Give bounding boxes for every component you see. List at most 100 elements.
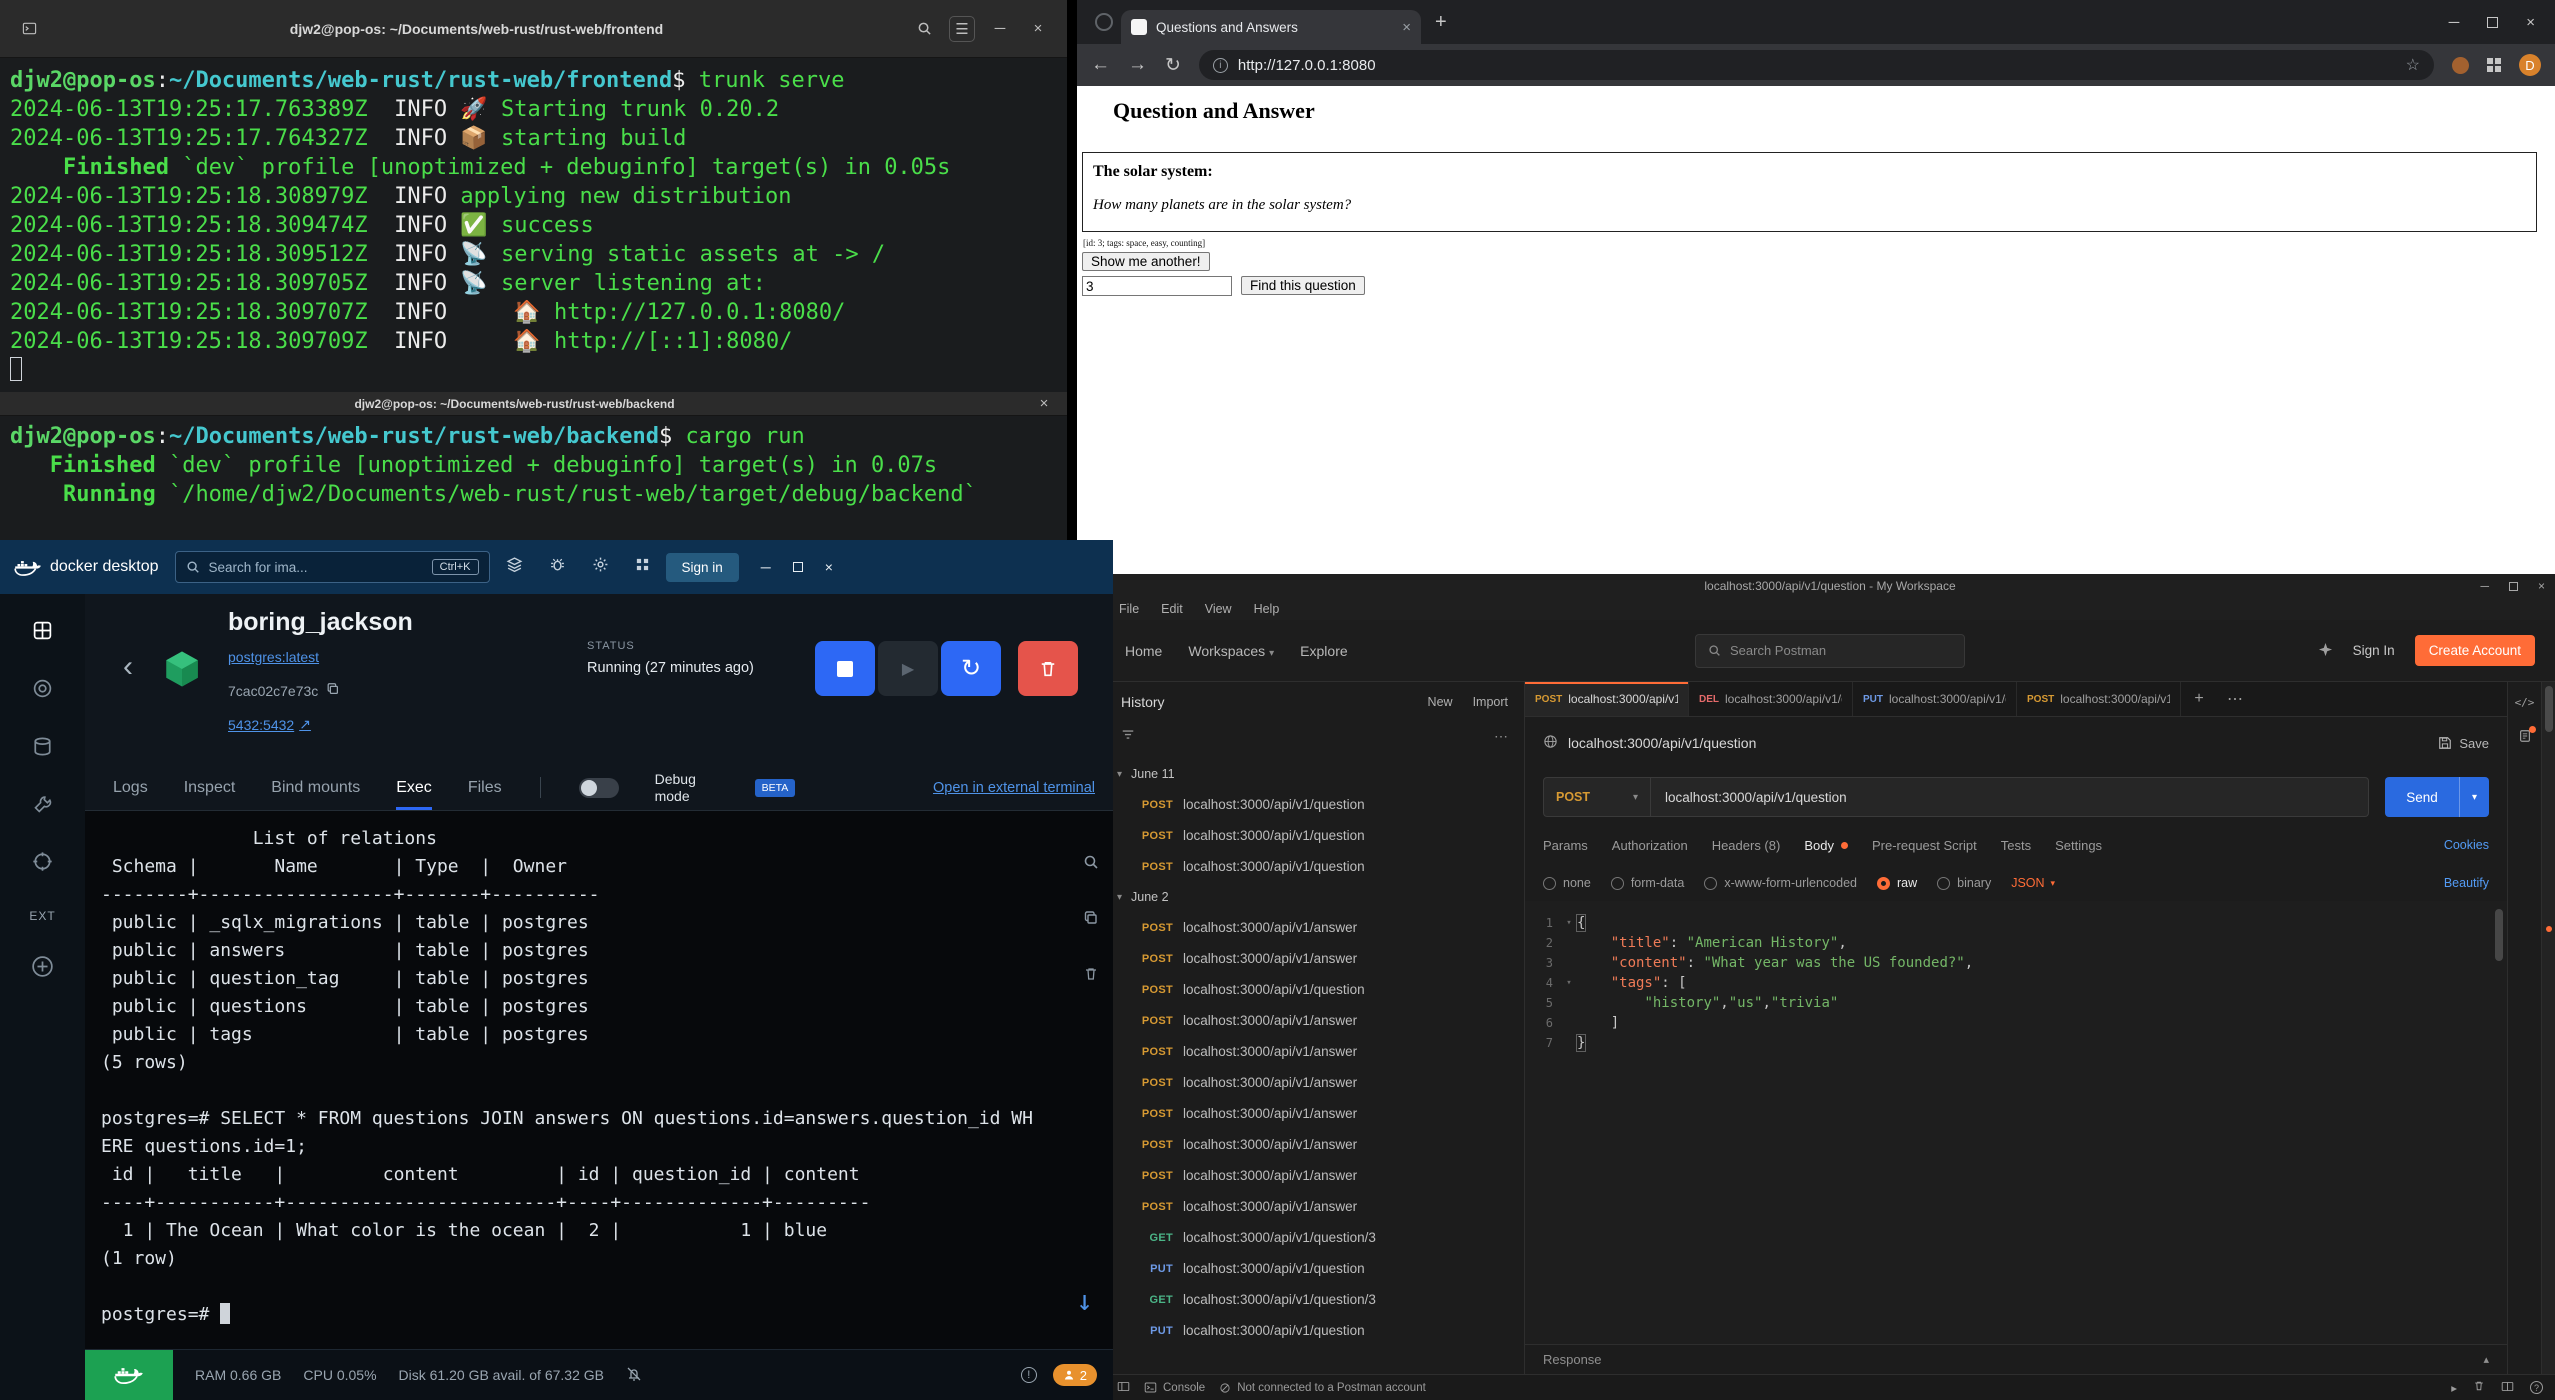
question-id-input[interactable] bbox=[1082, 276, 1232, 296]
terminal1-minimize-button[interactable]: ─ bbox=[987, 16, 1013, 42]
body-mode-raw[interactable]: raw bbox=[1877, 876, 1917, 890]
back-button[interactable]: ‹ bbox=[123, 652, 133, 682]
request-subtab-headers-8-[interactable]: Headers (8) bbox=[1712, 838, 1781, 853]
menu-file[interactable]: File bbox=[1119, 602, 1139, 616]
new-button[interactable]: New bbox=[1428, 695, 1453, 709]
body-mode-none[interactable]: none bbox=[1543, 876, 1591, 890]
terminal1-close-button[interactable]: × bbox=[1025, 16, 1051, 42]
start-button[interactable]: ▶ bbox=[878, 641, 938, 696]
terminal1-menu-icon[interactable]: ☰ bbox=[949, 16, 975, 42]
history-item[interactable]: GETlocalhost:3000/api/v1/question/3 bbox=[1105, 1284, 1524, 1315]
request-tab[interactable]: PUTlocalhost:3000/api/v1/qu... bbox=[1853, 682, 2017, 716]
history-item[interactable]: POSTlocalhost:3000/api/v1/answer bbox=[1105, 1098, 1524, 1129]
copy-icon[interactable] bbox=[326, 682, 340, 699]
docker-tab-bind-mounts[interactable]: Bind mounts bbox=[271, 765, 360, 810]
request-tab[interactable]: POSTlocalhost:3000/api/v1/a... bbox=[2017, 682, 2181, 716]
delete-button[interactable] bbox=[1018, 641, 1078, 696]
sidebar-images-icon[interactable] bbox=[32, 678, 53, 704]
url-bar[interactable]: i http://127.0.0.1:8080 ☆ bbox=[1199, 50, 2434, 80]
nav-home[interactable]: Home bbox=[1125, 643, 1162, 659]
open-external-terminal-link[interactable]: Open in external terminal bbox=[933, 780, 1095, 796]
cookies-link[interactable]: Cookies bbox=[2444, 838, 2489, 852]
history-item[interactable]: POSTlocalhost:3000/api/v1/answer bbox=[1105, 943, 1524, 974]
docker-sign-in-button[interactable]: Sign in bbox=[666, 553, 739, 582]
send-options-caret[interactable]: ▾ bbox=[2459, 777, 2489, 817]
terminal-copy-icon[interactable] bbox=[1083, 907, 1099, 935]
history-more-icon[interactable]: ⋯ bbox=[1494, 728, 1508, 745]
window-scrollbar[interactable] bbox=[2541, 682, 2555, 1374]
tab-search-icon[interactable] bbox=[1095, 13, 1113, 31]
browser-maximize-button[interactable] bbox=[2487, 17, 2498, 28]
beautify-link[interactable]: Beautify bbox=[2444, 876, 2489, 890]
history-item[interactable]: POSTlocalhost:3000/api/v1/answer bbox=[1105, 1036, 1524, 1067]
show-another-button[interactable]: Show me another! bbox=[1082, 252, 1210, 271]
body-mode-x-www-form-urlencoded[interactable]: x-www-form-urlencoded bbox=[1704, 876, 1857, 890]
extensions-label[interactable]: EXT bbox=[29, 909, 55, 923]
docker-close-button[interactable]: × bbox=[825, 559, 833, 575]
new-tab-button[interactable]: + bbox=[1435, 11, 1447, 34]
docker-tab-exec[interactable]: Exec bbox=[396, 765, 432, 810]
filter-icon[interactable] bbox=[1121, 728, 1135, 745]
menu-view[interactable]: View bbox=[1205, 602, 1232, 616]
history-item[interactable]: POSTlocalhost:3000/api/v1/answer bbox=[1105, 912, 1524, 943]
trash-icon[interactable] bbox=[2473, 1380, 2485, 1395]
terminal-search-icon[interactable] bbox=[1083, 851, 1099, 879]
docker-search-input[interactable]: Search for ima... Ctrl+K bbox=[175, 551, 490, 583]
menu-help[interactable]: Help bbox=[1254, 602, 1280, 616]
stop-button[interactable] bbox=[815, 641, 875, 696]
body-mode-form-data[interactable]: form-data bbox=[1611, 876, 1685, 890]
import-button[interactable]: Import bbox=[1473, 695, 1508, 709]
layers-icon[interactable] bbox=[506, 556, 523, 578]
request-tab-more-icon[interactable]: ⋯ bbox=[2217, 682, 2253, 716]
docker-tab-inspect[interactable]: Inspect bbox=[184, 765, 236, 810]
body-mode-binary[interactable]: binary bbox=[1937, 876, 1991, 890]
request-subtab-tests[interactable]: Tests bbox=[2001, 838, 2031, 853]
request-tab[interactable]: DELlocalhost:3000/api/v1/qu... bbox=[1689, 682, 1853, 716]
documentation-icon[interactable] bbox=[2518, 729, 2532, 743]
history-item[interactable]: GETlocalhost:3000/api/v1/question/3 bbox=[1105, 1222, 1524, 1253]
sidebar-builds-icon[interactable] bbox=[33, 794, 53, 819]
sidebar-toggle-icon[interactable] bbox=[1117, 1380, 1130, 1396]
extension-icon[interactable] bbox=[2452, 57, 2469, 74]
send-button[interactable]: Send bbox=[2385, 777, 2459, 817]
reload-icon[interactable]: ↻ bbox=[1165, 54, 1181, 77]
history-item[interactable]: PUTlocalhost:3000/api/v1/question bbox=[1105, 1253, 1524, 1284]
bookmark-star-icon[interactable]: ☆ bbox=[2406, 55, 2420, 75]
request-subtab-body[interactable]: Body bbox=[1804, 838, 1848, 853]
menu-edit[interactable]: Edit bbox=[1161, 602, 1183, 616]
history-item[interactable]: POSTlocalhost:3000/api/v1/answer bbox=[1105, 1191, 1524, 1222]
add-request-tab-button[interactable]: + bbox=[2181, 682, 2217, 716]
request-subtab-authorization[interactable]: Authorization bbox=[1612, 838, 1688, 853]
history-item[interactable]: POSTlocalhost:3000/api/v1/answer bbox=[1105, 1067, 1524, 1098]
history-group-header[interactable]: ▾June 2 bbox=[1105, 882, 1524, 912]
users-badge[interactable]: 2 bbox=[1053, 1364, 1097, 1386]
request-tab[interactable]: POSTlocalhost:3000/api/v1/q... bbox=[1525, 682, 1689, 716]
split-pane-icon[interactable] bbox=[2501, 1380, 2514, 1396]
scrollbar-thumb[interactable] bbox=[2545, 686, 2553, 732]
runner-icon[interactable]: ▸ bbox=[2451, 1381, 2457, 1395]
back-icon[interactable]: ← bbox=[1091, 54, 1110, 76]
terminal1-search-icon[interactable] bbox=[911, 16, 937, 42]
docker-maximize-button[interactable] bbox=[793, 562, 803, 572]
history-item[interactable]: POSTlocalhost:3000/api/v1/question bbox=[1105, 820, 1524, 851]
sidebar-volumes-icon[interactable] bbox=[32, 736, 53, 762]
terminal1-titlebar[interactable]: djw2@pop-os: ~/Documents/web-rust/rust-w… bbox=[0, 0, 1067, 58]
terminal2-close-button[interactable]: × bbox=[1031, 391, 1057, 417]
browser-close-button[interactable]: × bbox=[2526, 14, 2535, 31]
profile-avatar[interactable]: D bbox=[2519, 54, 2541, 76]
request-subtab-pre-request-script[interactable]: Pre-request Script bbox=[1872, 838, 1977, 853]
docker-minimize-button[interactable]: ─ bbox=[761, 559, 771, 575]
response-section[interactable]: Response ▴ bbox=[1525, 1344, 2507, 1374]
docker-tab-files[interactable]: Files bbox=[468, 765, 502, 810]
site-info-icon[interactable]: i bbox=[1213, 58, 1228, 73]
history-item[interactable]: POSTlocalhost:3000/api/v1/question bbox=[1105, 974, 1524, 1005]
engine-status-indicator[interactable] bbox=[85, 1350, 173, 1400]
history-item[interactable]: POSTlocalhost:3000/api/v1/answer bbox=[1105, 1005, 1524, 1036]
terminal1-content[interactable]: djw2@pop-os:~/Documents/web-rust/rust-we… bbox=[0, 58, 1067, 393]
request-subtab-settings[interactable]: Settings bbox=[2055, 838, 2102, 853]
bug-report-icon[interactable] bbox=[549, 556, 566, 578]
response-expand-icon[interactable]: ▴ bbox=[2483, 1353, 2489, 1366]
apps-grid-icon[interactable] bbox=[635, 557, 650, 577]
postman-titlebar[interactable]: localhost:3000/api/v1/question - My Work… bbox=[1105, 574, 2555, 598]
restart-button[interactable]: ↻ bbox=[941, 641, 1001, 696]
